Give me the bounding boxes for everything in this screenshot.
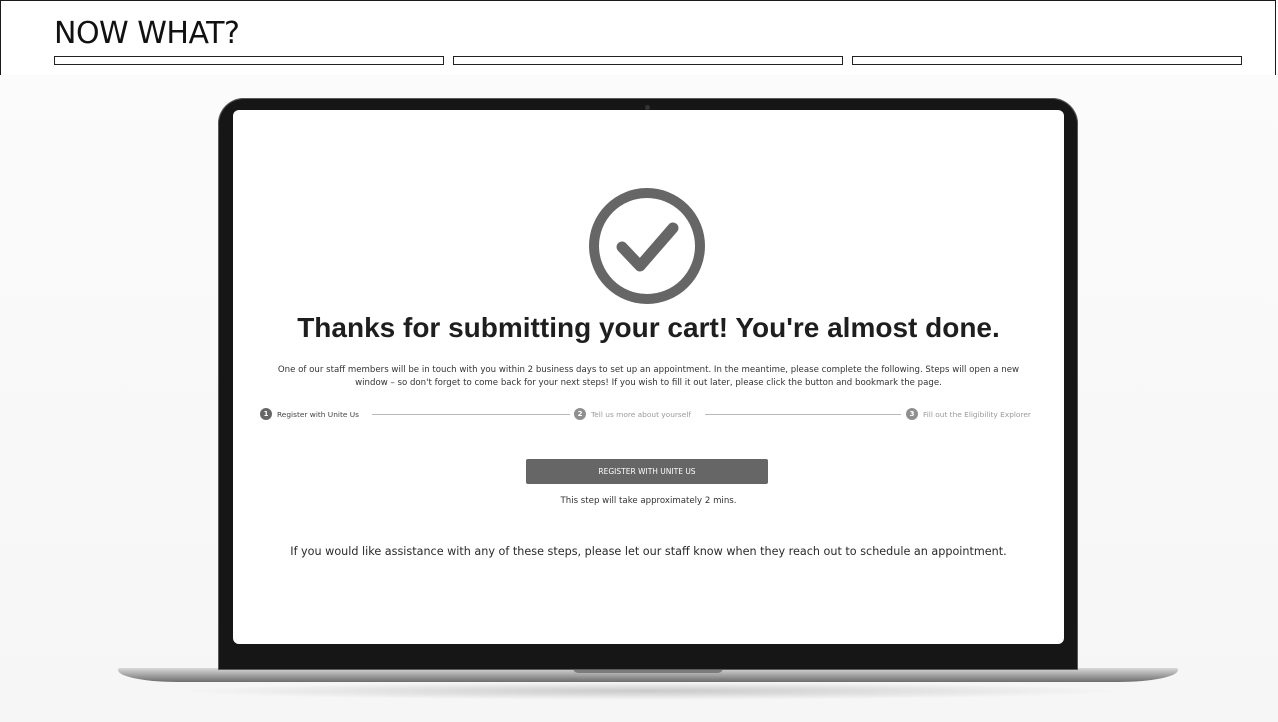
step-1[interactable]: 1 Register with Unite Us xyxy=(260,408,359,420)
intro-text: One of our staff members will be in touc… xyxy=(277,365,1020,388)
step-3[interactable]: 3 Fill out the Eligibility Explorer xyxy=(906,408,1031,420)
step-3-label: Fill out the Eligibility Explorer xyxy=(923,409,1031,419)
laptop-base xyxy=(118,668,1178,682)
assistance-text: If you would like assistance with any of… xyxy=(290,545,1007,558)
laptop-screen: Thanks for submitting your cart! You're … xyxy=(233,110,1064,644)
title-underline-2 xyxy=(453,56,843,65)
duration-note: This step will take approximately 2 mins… xyxy=(560,496,737,506)
step-3-number: 3 xyxy=(906,408,918,420)
step-2-label: Tell us more about yourself xyxy=(591,409,691,419)
step-1-number: 1 xyxy=(260,408,272,420)
register-button[interactable]: REGISTER WITH UNITE US xyxy=(526,459,768,484)
check-circle-icon xyxy=(589,188,705,304)
step-connector-2 xyxy=(705,414,901,415)
title-underline-3 xyxy=(852,56,1242,65)
laptop-shadow xyxy=(170,682,1130,700)
progress-stepper: 1 Register with Unite Us 2 Tell us more … xyxy=(260,408,1037,422)
title-underline-1 xyxy=(54,56,444,65)
slide-title: NOW WHAT? xyxy=(54,16,240,51)
confirmation-heading: Thanks for submitting your cart! You're … xyxy=(297,312,1000,343)
step-1-label: Register with Unite Us xyxy=(277,409,360,419)
step-2-number: 2 xyxy=(574,408,586,420)
laptop: Thanks for submitting your cart! You're … xyxy=(218,98,1078,670)
step-2[interactable]: 2 Tell us more about yourself xyxy=(574,408,691,420)
step-connector-1 xyxy=(372,414,570,415)
